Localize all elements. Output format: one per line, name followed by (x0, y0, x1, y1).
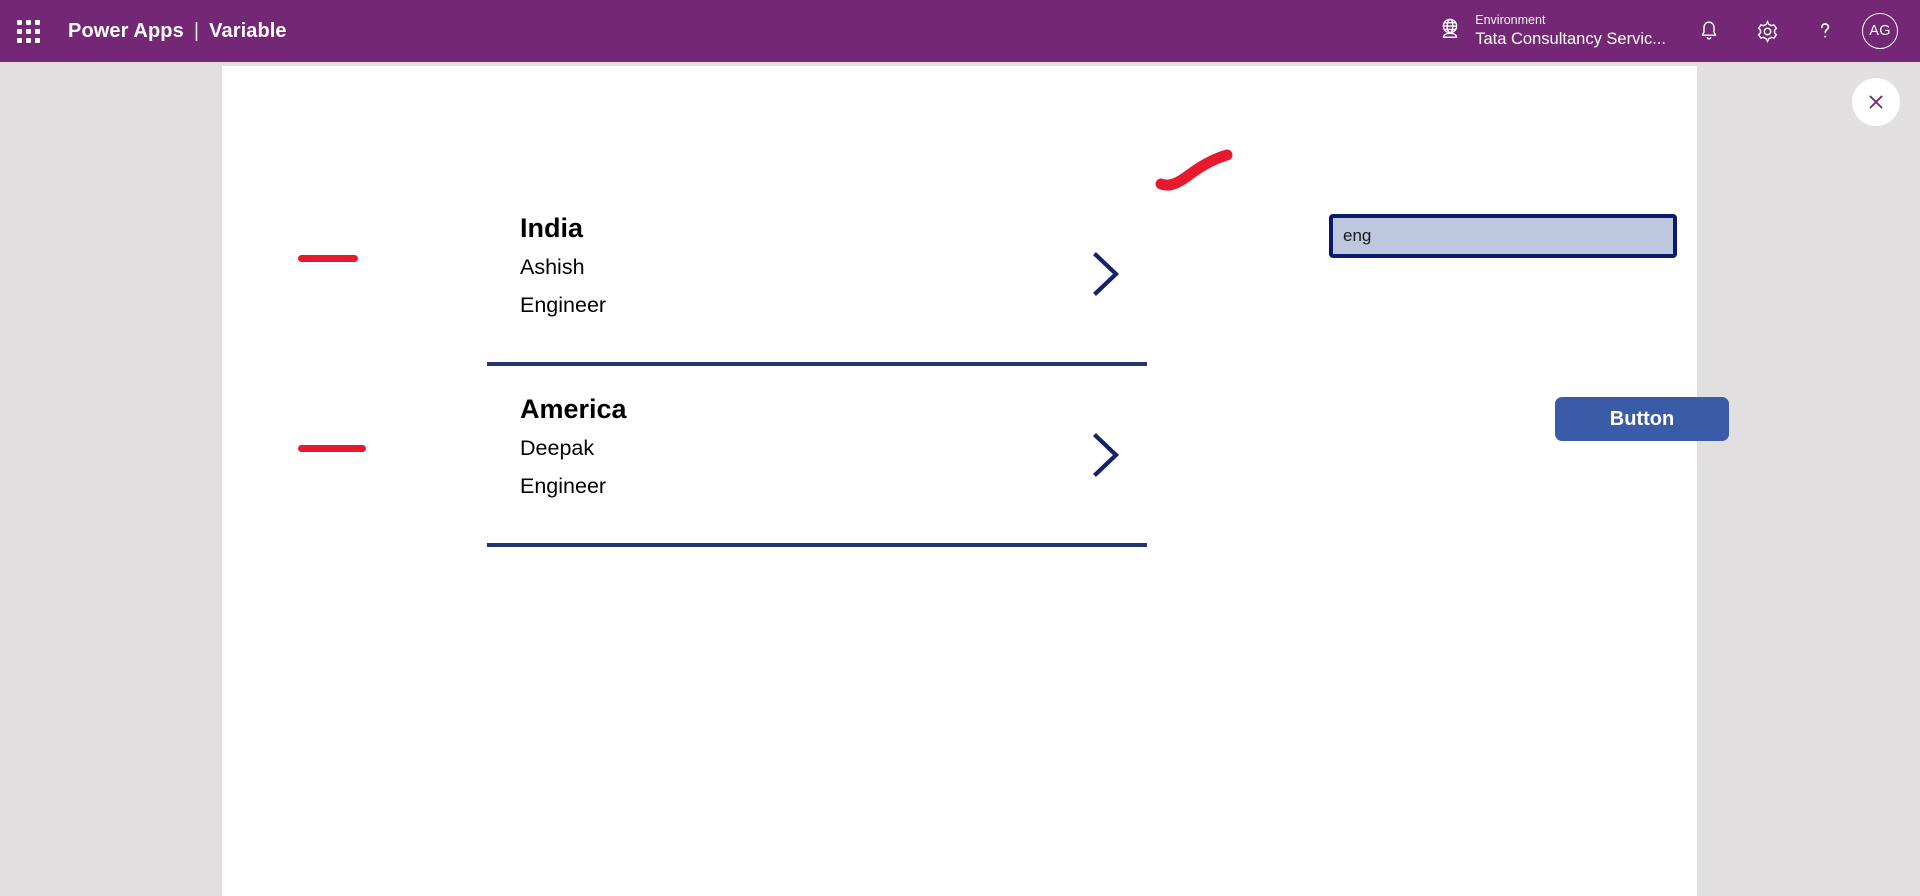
product-name: Power Apps (68, 19, 184, 42)
app-canvas: India Ashish Engineer America Deepak Eng… (222, 66, 1729, 896)
gallery-item-separator (487, 362, 1147, 366)
environment-text: Environment Tata Consultancy Servic... (1475, 13, 1666, 49)
waffle-dot (34, 28, 40, 34)
gallery-item-title: America (520, 394, 627, 424)
gallery-item[interactable]: India Ashish Engineer (487, 186, 1147, 366)
chevron-right-icon[interactable] (1085, 246, 1125, 302)
waffle-dot (25, 37, 31, 43)
chevron-right-icon[interactable] (1085, 427, 1125, 483)
suite-header: Power Apps | Variable Environment Tata C… (0, 0, 1920, 62)
environment-label: Environment (1475, 12, 1546, 27)
waffle-dot (16, 19, 22, 25)
gallery-item-role: Engineer (520, 293, 607, 317)
header-right-cluster: Environment Tata Consultancy Servic... A… (1423, 0, 1920, 62)
environment-picker[interactable]: Environment Tata Consultancy Servic... (1423, 0, 1680, 62)
waffle-dot (34, 19, 40, 25)
gallery-item-name: Deepak (520, 436, 595, 460)
gallery-item-role: Engineer (520, 474, 607, 498)
brand-title[interactable]: Power Apps | Variable (68, 20, 287, 43)
close-app-button[interactable] (1852, 78, 1900, 126)
waffle-dot (34, 37, 40, 43)
waffle-dot (16, 28, 22, 34)
avatar-initials: AG (1869, 23, 1891, 39)
gallery-item[interactable]: America Deepak Engineer (487, 367, 1147, 547)
gallery-item-name: Ashish (520, 255, 585, 279)
waffle-dot (25, 19, 31, 25)
submit-button[interactable]: Button (1555, 397, 1729, 441)
app-launcher-waffle-icon[interactable] (0, 0, 56, 62)
environment-name: Tata Consultancy Servic... (1475, 29, 1666, 48)
waffle-grid (16, 19, 40, 43)
gallery-item-title: India (520, 213, 584, 243)
globe-environment-icon (1437, 16, 1463, 47)
waffle-dot (25, 28, 31, 34)
help-question-icon[interactable] (1796, 0, 1854, 62)
settings-gear-icon[interactable] (1738, 0, 1796, 62)
user-avatar[interactable]: AG (1862, 13, 1898, 49)
gallery-item-separator (487, 543, 1147, 547)
waffle-dot (16, 37, 22, 43)
search-text-input[interactable] (1329, 214, 1677, 258)
app-name: Variable (209, 19, 287, 42)
notifications-bell-icon[interactable] (1680, 0, 1738, 62)
brand-divider: | (193, 19, 200, 42)
